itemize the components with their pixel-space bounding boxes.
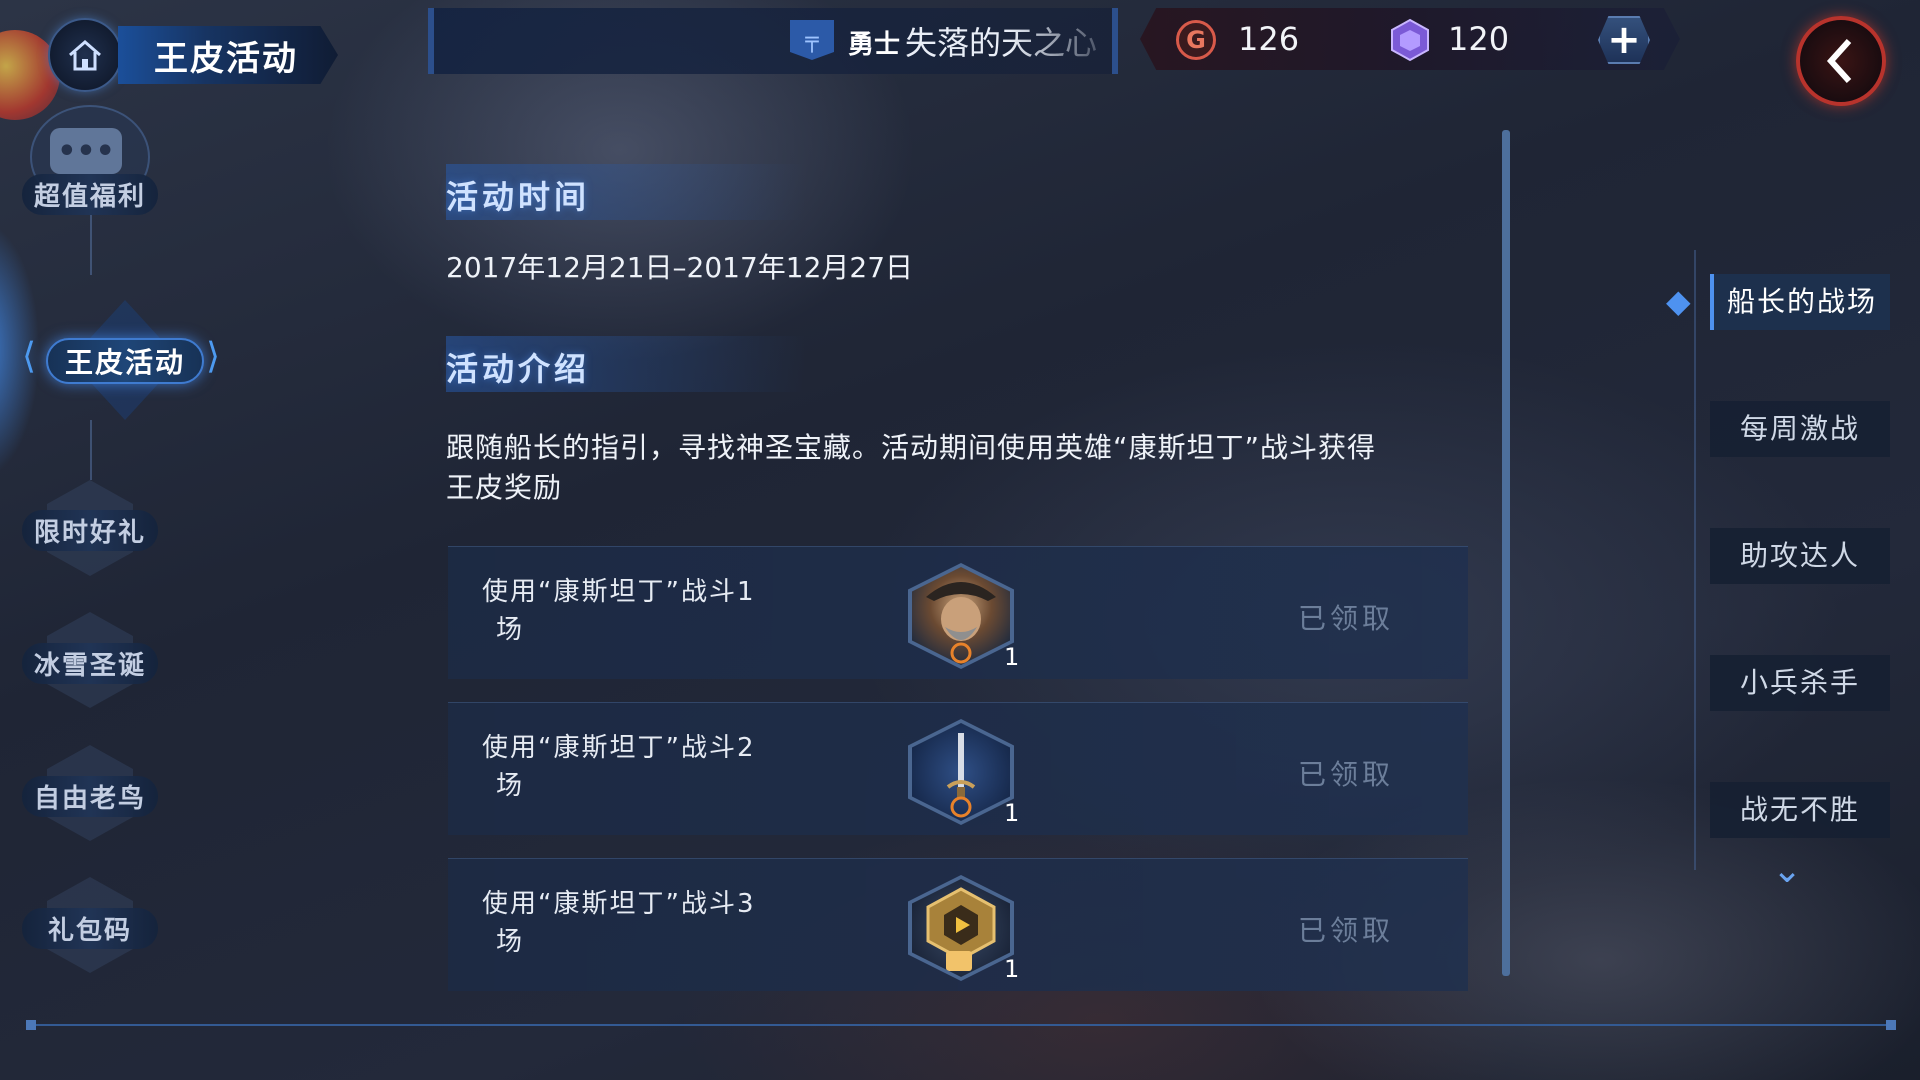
divider-end-dot	[26, 1020, 36, 1030]
sidebar-item-super-value[interactable]: 超值福利	[22, 174, 158, 215]
gold-coin-icon: G	[1176, 20, 1216, 60]
claimed-status: 已领取	[1298, 602, 1395, 635]
home-icon	[69, 40, 101, 71]
recharge-plus-button[interactable]: +	[1598, 16, 1650, 64]
bracket-left-icon: ⟨	[22, 336, 37, 377]
reward-quantity: 1	[1004, 799, 1020, 827]
sidebar-item-free-veteran[interactable]: 自由老鸟	[22, 776, 158, 817]
claimed-status: 已领取	[1298, 914, 1395, 947]
gem-cube-icon	[1391, 18, 1429, 62]
task-description: 使用“康斯坦丁”战斗1 场	[482, 573, 812, 649]
task-line: 使用“康斯坦丁”战斗1	[482, 577, 756, 607]
time-section-title: 活动时间	[446, 178, 591, 216]
divider-end-dot	[1886, 1020, 1896, 1030]
rank-label: 勇士	[848, 30, 901, 60]
chevron-down-icon[interactable]: ⌄	[1772, 850, 1802, 891]
tab-undefeated[interactable]: 战无不胜	[1710, 782, 1890, 838]
task-row: 使用“康斯坦丁”战斗2 场 1 已领取	[448, 702, 1468, 835]
task-line: 场	[496, 771, 525, 801]
claimed-status: 已领取	[1298, 758, 1395, 791]
plus-icon: +	[1607, 17, 1641, 63]
home-button[interactable]	[48, 18, 122, 92]
tab-minion-killer[interactable]: 小兵杀手	[1710, 655, 1890, 711]
gem-amount: 120	[1448, 20, 1510, 58]
task-row: 使用“康斯坦丁”战斗1 场 1 已领取	[448, 546, 1468, 679]
back-button[interactable]	[1796, 16, 1886, 106]
chat-bubble-icon: •••	[50, 128, 122, 174]
sidebar-item-skin-event[interactable]: 王皮活动	[46, 338, 204, 384]
sidebar-item-snow-christmas[interactable]: 冰雪圣诞	[22, 643, 158, 684]
intro-section-title: 活动介绍	[446, 350, 591, 388]
tab-weekly-battle[interactable]: 每周激战	[1710, 401, 1890, 457]
task-row: 使用“康斯坦丁”战斗3 场 1 已领取	[448, 858, 1468, 991]
nav-connector	[90, 420, 92, 480]
event-date-range: 2017年12月21日–2017年12月27日	[446, 251, 914, 284]
nav-connector	[90, 215, 92, 275]
task-line: 使用“康斯坦丁”战斗2	[482, 733, 756, 763]
reward-item[interactable]	[908, 719, 1014, 829]
task-line: 场	[496, 615, 525, 645]
reward-quantity: 1	[1004, 643, 1020, 671]
bracket-right-icon: ⟩	[206, 336, 221, 377]
page-title: 王皮活动	[118, 26, 338, 84]
tab-captain-battlefield[interactable]: 船长的战场	[1710, 274, 1890, 330]
task-line: 使用“康斯坦丁”战斗3	[482, 889, 756, 919]
sidebar-item-limited-gift[interactable]: 限时好礼	[22, 510, 158, 551]
active-tab-arrow-icon: ◆	[1666, 282, 1691, 320]
bottom-divider	[28, 1024, 1896, 1026]
sidebar-item-gift-code[interactable]: 礼包码	[22, 908, 158, 949]
reward-item[interactable]	[908, 563, 1014, 673]
reward-quantity: 1	[1004, 955, 1020, 983]
tab-assist-master[interactable]: 助攻达人	[1710, 528, 1890, 584]
reward-item[interactable]	[908, 875, 1014, 985]
task-line: 场	[496, 927, 525, 957]
task-description: 使用“康斯坦丁”战斗2 场	[482, 729, 812, 805]
content-scrollbar[interactable]	[1502, 130, 1510, 976]
gold-amount: 126	[1238, 20, 1300, 58]
chevron-left-icon	[1826, 38, 1852, 84]
rank-emblem-icon: ╤	[790, 20, 834, 60]
tab-rail	[1694, 250, 1696, 870]
task-description: 使用“康斯坦丁”战斗3 场	[482, 885, 812, 961]
event-description: 跟随船长的指引，寻找神圣宝藏。活动期间使用英雄“康斯坦丁”战斗获得王皮奖励	[446, 431, 1377, 504]
player-name: 失落的天之心	[905, 24, 1098, 62]
